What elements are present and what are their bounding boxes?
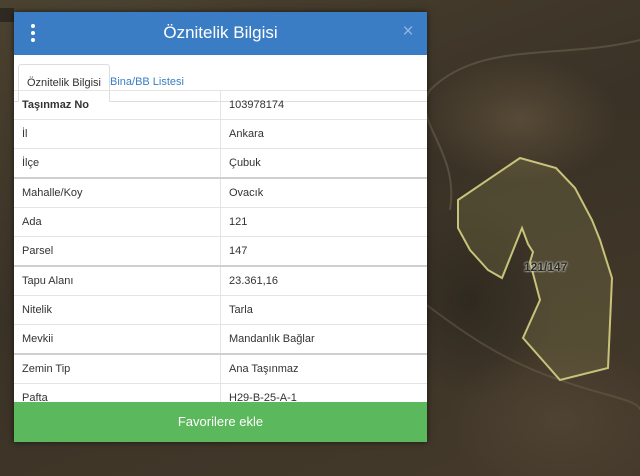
- row-value: 103978174: [220, 90, 427, 120]
- row-key: Zemin Tip: [14, 353, 221, 384]
- row-value: Tarla: [220, 295, 427, 325]
- row-value: 121: [220, 207, 427, 237]
- table-row: Tapu Alanı 23.361,16: [14, 265, 427, 296]
- row-key: Mevkii: [14, 324, 221, 354]
- row-value: 23.361,16: [220, 265, 427, 296]
- add-to-favorites-button[interactable]: Favorilere ekle: [14, 402, 427, 442]
- table-row: Mevkii Mandanlık Bağlar: [14, 324, 427, 354]
- panel-title: Öznitelik Bilgisi: [163, 23, 278, 42]
- row-key: Tapu Alanı: [14, 265, 221, 296]
- table-row: İl Ankara: [14, 119, 427, 149]
- row-value: Ovacık: [220, 177, 427, 208]
- table-row: Taşınmaz No 103978174: [14, 90, 427, 120]
- row-value: Çubuk: [220, 148, 427, 178]
- table-row: Nitelik Tarla: [14, 295, 427, 325]
- attribute-table: Taşınmaz No 103978174 İl Ankara İlçe Çub…: [14, 90, 427, 412]
- parcel-label: 121/147: [524, 260, 568, 274]
- row-value: Ana Taşınmaz: [220, 353, 427, 384]
- table-row: Mahalle/Koy Ovacık: [14, 177, 427, 208]
- panel-header: Öznitelik Bilgisi ×: [14, 12, 427, 55]
- table-row: Parsel 147: [14, 236, 427, 266]
- table-row: Ada 121: [14, 207, 427, 237]
- row-value: Mandanlık Bağlar: [220, 324, 427, 354]
- row-key: Mahalle/Koy: [14, 177, 221, 208]
- row-key: İlçe: [14, 148, 221, 178]
- table-row: Zemin Tip Ana Taşınmaz: [14, 353, 427, 384]
- attribute-panel: Öznitelik Bilgisi × Öznitelik Bilgisi Bi…: [14, 12, 427, 442]
- row-key: Nitelik: [14, 295, 221, 325]
- row-key: Ada: [14, 207, 221, 237]
- row-value: 147: [220, 236, 427, 266]
- close-icon[interactable]: ×: [399, 22, 417, 42]
- row-key: İl: [14, 119, 221, 149]
- row-key: Taşınmaz No: [14, 90, 221, 120]
- row-value: Ankara: [220, 119, 427, 149]
- table-row: İlçe Çubuk: [14, 148, 427, 178]
- row-key: Parsel: [14, 236, 221, 266]
